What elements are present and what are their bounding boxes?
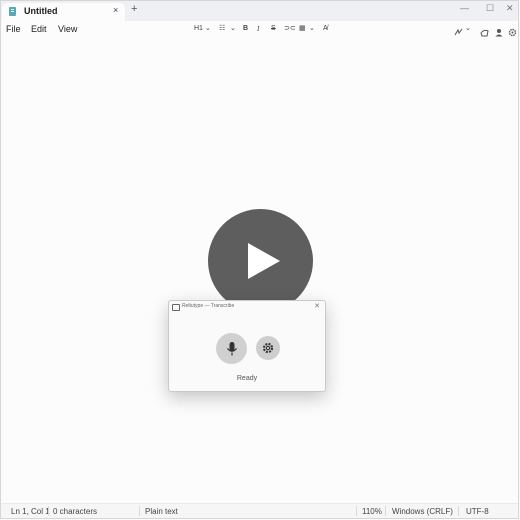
divider: [356, 506, 357, 516]
italic-button[interactable]: I: [257, 25, 259, 33]
settings-gear-icon[interactable]: [508, 24, 517, 37]
list-dropdown-icon[interactable]: ☷: [219, 25, 225, 33]
microphone-icon: [226, 341, 237, 355]
menu-bar: File Edit View H1 ⌄ ☷ ⌄ B I S ⊃⊂ ▦ ⌄ A̸ …: [1, 21, 518, 37]
chevron-down-icon[interactable]: ⌄: [205, 25, 211, 33]
minimize-button[interactable]: —: [460, 3, 469, 13]
encoding[interactable]: UTF-8: [466, 507, 489, 516]
tab-title: Untitled: [24, 6, 58, 16]
copilot-icon[interactable]: [454, 24, 463, 36]
gear-icon: [262, 342, 274, 354]
text-format[interactable]: Plain text: [145, 507, 178, 516]
status-bar: Ln 1, Col 1 0 characters Plain text 110%…: [1, 503, 518, 518]
dialog-title: Reltutype — Transcribe: [182, 303, 235, 309]
table-icon[interactable]: ▦: [299, 25, 306, 33]
transcribe-dialog: Reltutype — Transcribe ✕ Ready: [168, 300, 326, 392]
document-icon: [9, 7, 16, 16]
dialog-close-button[interactable]: ✕: [314, 302, 320, 310]
ink-icon[interactable]: [480, 24, 489, 37]
divider: [139, 506, 140, 516]
chevron-down-icon[interactable]: ⌄: [230, 25, 236, 33]
chevron-down-icon[interactable]: ⌄: [309, 25, 315, 33]
chevron-down-icon[interactable]: ⌄: [465, 25, 471, 33]
microphone-button[interactable]: [216, 333, 247, 364]
line-endings[interactable]: Windows (CRLF): [392, 507, 453, 516]
clear-formatting-icon[interactable]: A̸: [323, 25, 328, 33]
menu-edit[interactable]: Edit: [31, 24, 47, 34]
dialog-title-bar: Reltutype — Transcribe ✕: [169, 301, 325, 313]
link-icon[interactable]: ⊃⊂: [284, 25, 296, 33]
divider: [385, 506, 386, 516]
bold-button[interactable]: B: [243, 25, 248, 33]
new-tab-button[interactable]: +: [131, 4, 137, 15]
menu-file[interactable]: File: [6, 24, 21, 34]
tab-untitled[interactable]: Untitled ×: [2, 3, 125, 21]
tab-close-icon[interactable]: ×: [113, 5, 118, 15]
tab-bar: Untitled × + — ☐ ✕: [1, 1, 518, 21]
transcribe-settings-button[interactable]: [256, 336, 280, 360]
divider: [48, 506, 49, 516]
close-window-button[interactable]: ✕: [506, 3, 514, 14]
heading-dropdown[interactable]: H1: [194, 25, 203, 33]
dialog-status-text: Ready: [236, 375, 258, 382]
menu-view[interactable]: View: [58, 24, 77, 34]
play-button-overlay[interactable]: [208, 209, 313, 313]
account-icon[interactable]: [495, 24, 503, 37]
character-count: 0 characters: [53, 507, 98, 516]
zoom-level[interactable]: 110%: [362, 507, 382, 516]
notepad-window: Untitled × + — ☐ ✕ File Edit View H1 ⌄ ☷…: [0, 0, 519, 519]
strikethrough-button[interactable]: S: [271, 25, 276, 33]
divider: [458, 506, 459, 516]
app-icon: [172, 304, 180, 311]
cursor-position: Ln 1, Col 1: [11, 507, 50, 516]
maximize-button[interactable]: ☐: [486, 3, 494, 14]
